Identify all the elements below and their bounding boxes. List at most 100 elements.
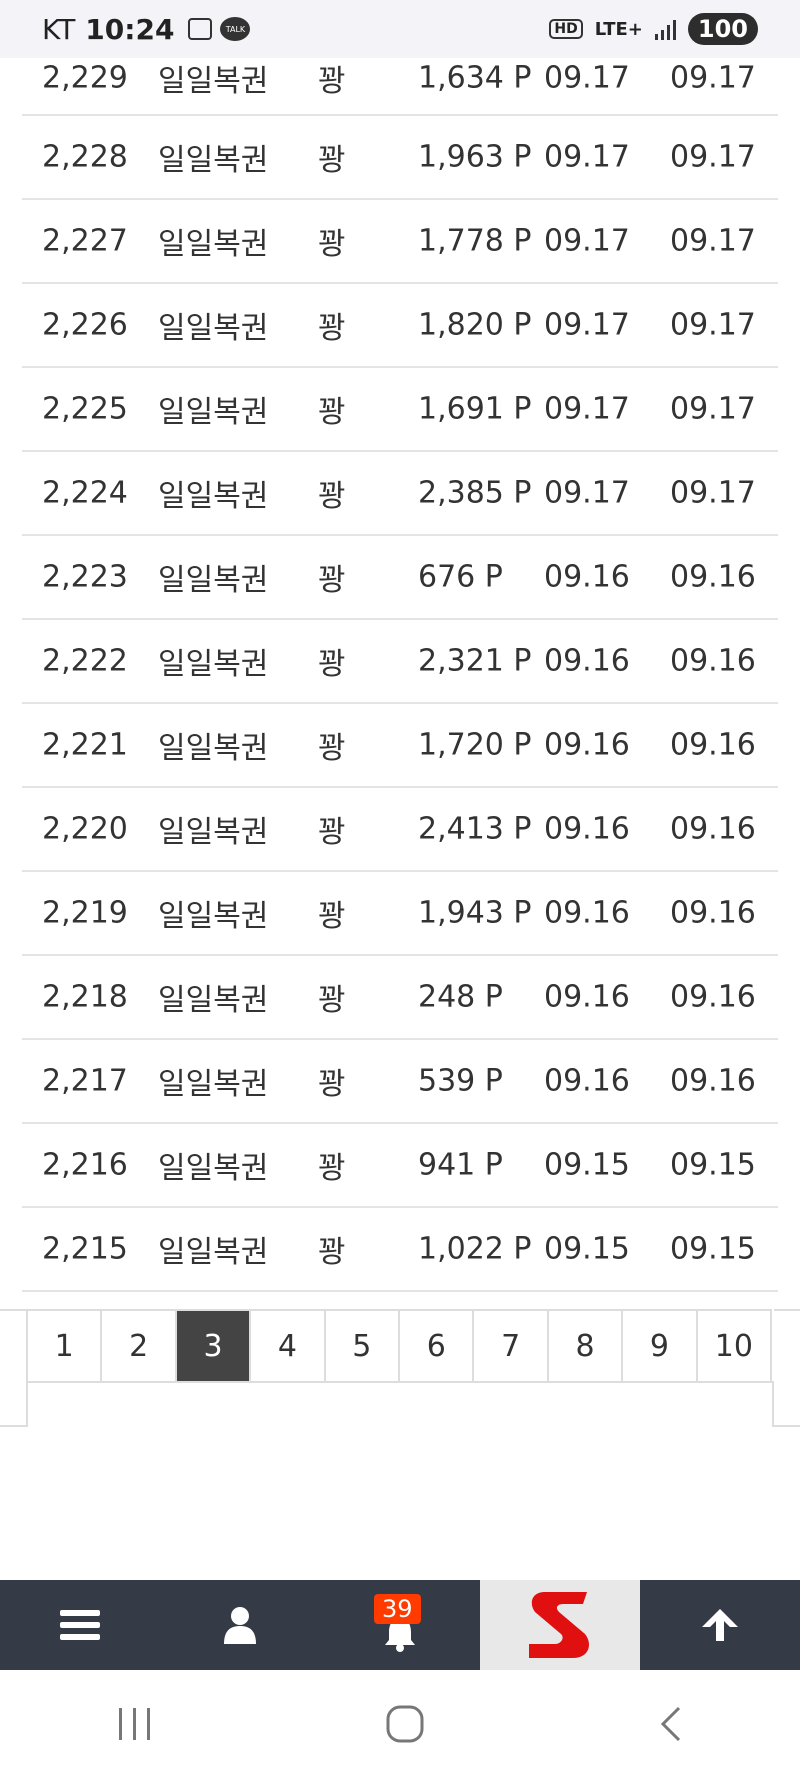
row-number: 2,229 xyxy=(42,60,128,96)
row-points: 248 P xyxy=(418,979,503,1015)
row-date-end: 09.17 xyxy=(670,475,756,511)
notifications-button[interactable]: 39 xyxy=(320,1580,480,1670)
row-number: 2,225 xyxy=(42,391,128,427)
row-number: 2,223 xyxy=(42,559,128,595)
row-number: 2,226 xyxy=(42,307,128,343)
page-button-6[interactable]: 6 xyxy=(400,1311,475,1381)
menu-button[interactable] xyxy=(0,1580,160,1670)
row-title: 일일복권 xyxy=(158,143,269,178)
row-date-end: 09.16 xyxy=(670,811,756,847)
page-button-7[interactable]: 7 xyxy=(474,1311,549,1381)
row-number: 2,218 xyxy=(42,979,128,1015)
row-points: 1,943 P xyxy=(418,895,532,931)
home-logo-button[interactable] xyxy=(480,1580,640,1670)
clock: 10:24 xyxy=(85,12,175,46)
row-points: 1,778 P xyxy=(418,223,532,259)
row-number: 2,219 xyxy=(42,895,128,931)
row-date-end: 09.16 xyxy=(670,727,756,763)
page-button-9[interactable]: 9 xyxy=(623,1311,698,1381)
table-row: 2,226 일일복권 꽝 1,820 P 09.17 09.17 xyxy=(22,284,778,368)
row-points: 2,321 P xyxy=(418,643,532,679)
table-row: 2,225 일일복권 꽝 1,691 P 09.17 09.17 xyxy=(22,368,778,452)
notification-count-badge: 39 xyxy=(374,1594,421,1624)
back-icon[interactable] xyxy=(655,1704,685,1744)
row-date-start: 09.15 xyxy=(544,1147,630,1183)
user-button[interactable] xyxy=(160,1580,320,1670)
page-button-5[interactable]: 5 xyxy=(326,1311,401,1381)
carrier-label: KT xyxy=(42,12,76,46)
row-result: 꽝 xyxy=(318,143,346,178)
page-button-2[interactable]: 2 xyxy=(102,1311,177,1381)
row-result: 꽝 xyxy=(318,983,346,1018)
row-points: 1,022 P xyxy=(418,1231,532,1267)
row-number: 2,222 xyxy=(42,643,128,679)
arrow-up-icon xyxy=(702,1609,738,1641)
row-number: 2,217 xyxy=(42,1063,128,1099)
row-date-start: 09.16 xyxy=(544,727,630,763)
page-button-4[interactable]: 4 xyxy=(251,1311,326,1381)
row-date-end: 09.16 xyxy=(670,643,756,679)
hd-voice-icon: HD xyxy=(549,19,583,39)
row-result: 꽝 xyxy=(318,1235,346,1270)
row-result: 꽝 xyxy=(318,563,346,598)
row-date-start: 09.16 xyxy=(544,1063,630,1099)
table-row: 2,223 일일복권 꽝 676 P 09.16 09.16 xyxy=(22,536,778,620)
site-logo xyxy=(529,1592,589,1658)
row-points: 941 P xyxy=(418,1147,503,1183)
row-result: 꽝 xyxy=(318,64,346,99)
row-number: 2,224 xyxy=(42,475,128,511)
menu-icon xyxy=(60,1610,100,1640)
page-button-1[interactable]: 1 xyxy=(28,1311,103,1381)
row-date-start: 09.17 xyxy=(544,139,630,175)
row-result: 꽝 xyxy=(318,395,346,430)
table-row: 2,219 일일복권 꽝 1,943 P 09.16 09.16 xyxy=(22,872,778,956)
table-row: 2,228 일일복권 꽝 1,963 P 09.17 09.17 xyxy=(22,116,778,200)
row-points: 676 P xyxy=(418,559,503,595)
row-title: 일일복권 xyxy=(158,1151,269,1186)
system-navigation-bar xyxy=(0,1670,800,1778)
row-title: 일일복권 xyxy=(158,731,269,766)
row-date-end: 09.17 xyxy=(670,307,756,343)
table-row: 2,221 일일복권 꽝 1,720 P 09.16 09.16 xyxy=(22,704,778,788)
row-date-start: 09.16 xyxy=(544,559,630,595)
row-points: 2,385 P xyxy=(418,475,532,511)
row-date-start: 09.16 xyxy=(544,895,630,931)
row-title: 일일복권 xyxy=(158,64,269,99)
row-result: 꽝 xyxy=(318,731,346,766)
row-title: 일일복권 xyxy=(158,899,269,934)
user-icon xyxy=(224,1607,256,1644)
row-result: 꽝 xyxy=(318,815,346,850)
table-row: 2,224 일일복권 꽝 2,385 P 09.17 09.17 xyxy=(22,452,778,536)
row-result: 꽝 xyxy=(318,1151,346,1186)
battery-indicator: 100 xyxy=(687,13,758,45)
scroll-top-button[interactable] xyxy=(640,1580,800,1670)
row-date-start: 09.16 xyxy=(544,643,630,679)
row-number: 2,221 xyxy=(42,727,128,763)
row-date-start: 09.17 xyxy=(544,475,630,511)
page-button-3[interactable]: 3 xyxy=(176,1311,252,1381)
row-title: 일일복권 xyxy=(158,563,269,598)
row-date-start: 09.17 xyxy=(544,391,630,427)
row-result: 꽝 xyxy=(318,479,346,514)
row-date-end: 09.17 xyxy=(670,60,756,96)
row-date-start: 09.17 xyxy=(544,223,630,259)
recent-apps-icon[interactable] xyxy=(115,1706,155,1742)
row-points: 1,820 P xyxy=(418,307,532,343)
row-date-end: 09.17 xyxy=(670,223,756,259)
table-row: 2,222 일일복권 꽝 2,321 P 09.16 09.16 xyxy=(22,620,778,704)
table-row: 2,217 일일복권 꽝 539 P 09.16 09.16 xyxy=(22,1040,778,1124)
table-row: 2,220 일일복권 꽝 2,413 P 09.16 09.16 xyxy=(22,788,778,872)
page-button-10[interactable]: 10 xyxy=(698,1311,773,1381)
row-date-start: 09.17 xyxy=(544,307,630,343)
home-icon[interactable] xyxy=(385,1704,425,1744)
row-title: 일일복권 xyxy=(158,1067,269,1102)
page-button-8[interactable]: 8 xyxy=(549,1311,624,1381)
row-date-end: 09.16 xyxy=(670,979,756,1015)
row-number: 2,216 xyxy=(42,1147,128,1183)
table-row: 2,218 일일복권 꽝 248 P 09.16 09.16 xyxy=(22,956,778,1040)
pagination-footer xyxy=(26,1381,774,1427)
pagination-edge-left xyxy=(0,1309,26,1427)
kakaotalk-icon: TALK xyxy=(220,17,251,41)
row-title: 일일복권 xyxy=(158,479,269,514)
signal-icon xyxy=(654,18,676,40)
